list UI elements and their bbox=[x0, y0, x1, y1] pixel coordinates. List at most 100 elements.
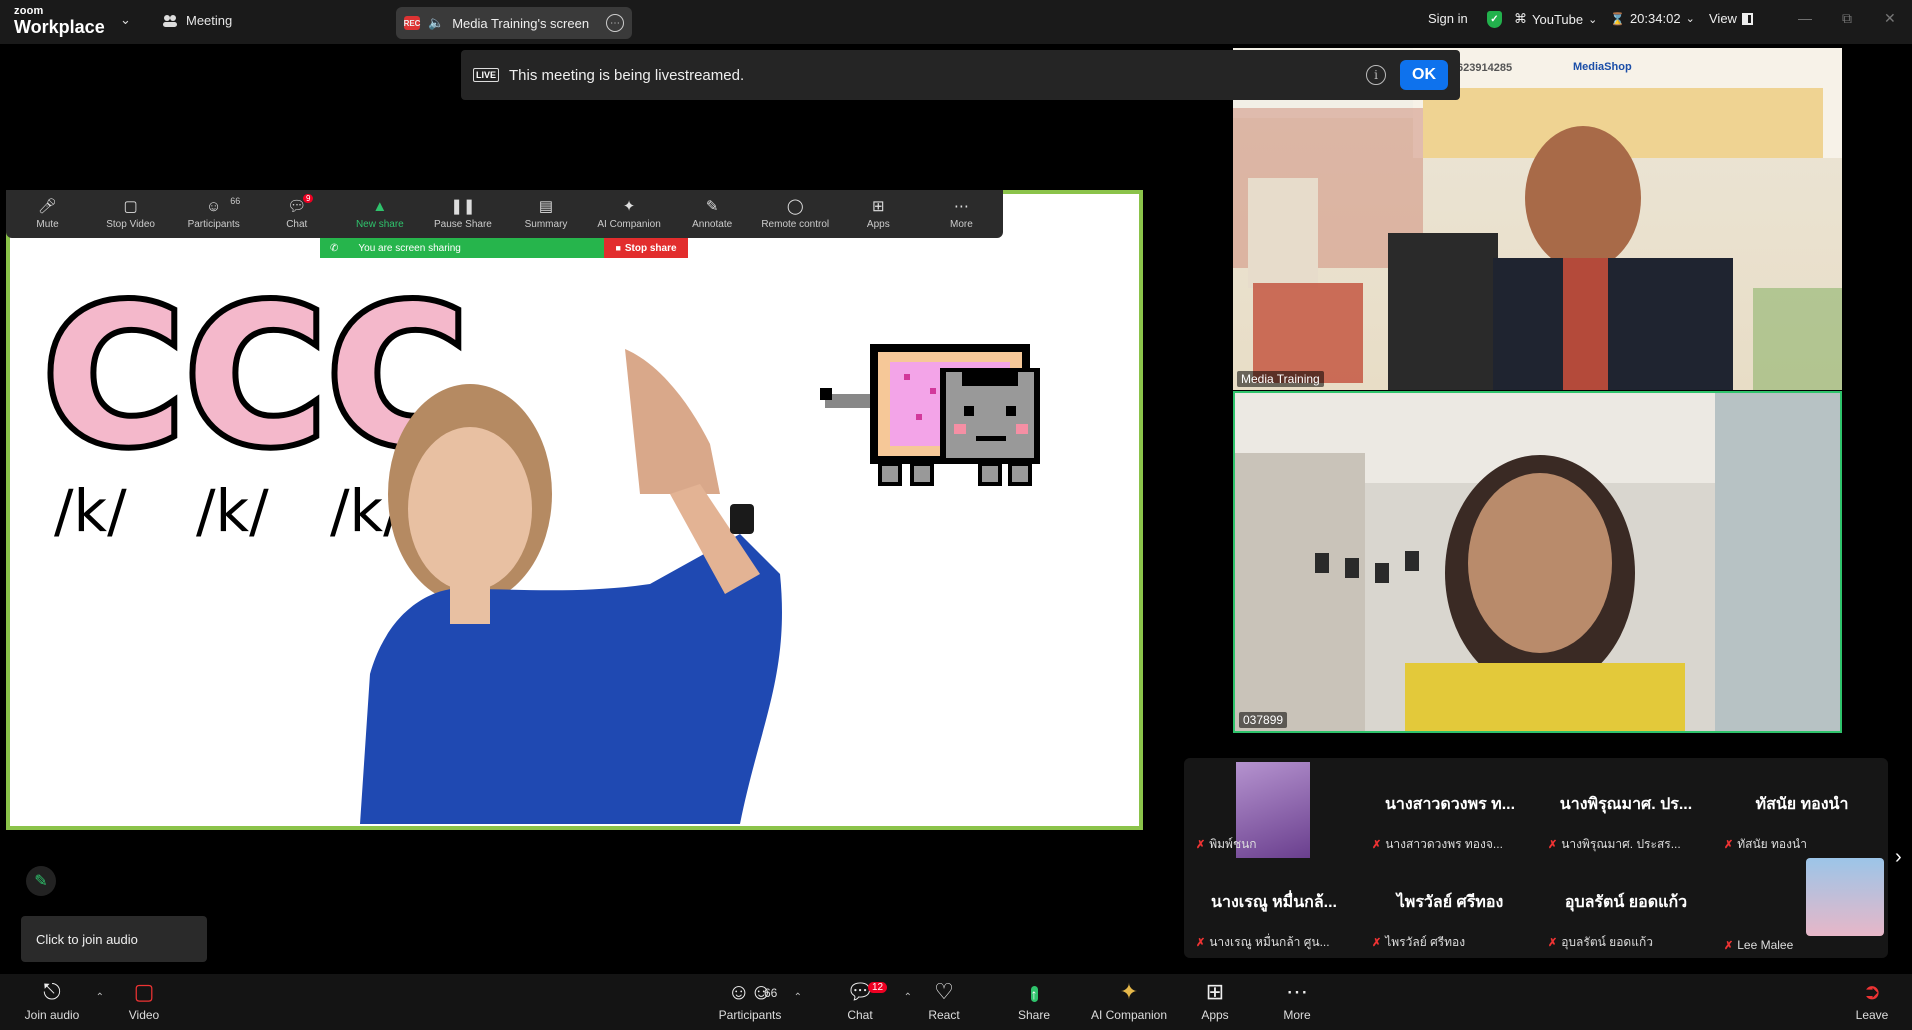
gallery-tile-footer: ✗ Lee Malee bbox=[1724, 938, 1793, 952]
share-toolbar-label: Summary bbox=[524, 219, 568, 230]
mic-muted-icon: ✗ bbox=[1372, 839, 1382, 851]
mic-muted-icon: ✗ bbox=[1548, 937, 1558, 949]
share-toolbar-label: More bbox=[950, 219, 973, 230]
shield-check-icon: ✓ bbox=[1487, 11, 1502, 28]
gallery-tile[interactable]: ทัสนัย ทองนำ ✗ ทัสนัย ทองนำ bbox=[1716, 762, 1888, 858]
participants-count: 66 bbox=[230, 196, 241, 206]
sparkle-icon: ✦ bbox=[1119, 979, 1139, 1004]
gallery-next-page-icon[interactable]: › bbox=[1895, 846, 1902, 869]
participant-name-label: Media Training bbox=[1237, 371, 1324, 387]
mic-muted-icon: ✗ bbox=[1548, 839, 1558, 851]
timer-label: 20:34:02 bbox=[1629, 11, 1681, 26]
maximize-icon[interactable]: ⧉ bbox=[1842, 10, 1852, 27]
live-badge: LIVE bbox=[473, 68, 500, 82]
mic-icon: 🎤︎ bbox=[38, 198, 58, 215]
share-toolbar-more-button[interactable]: ⋯ More bbox=[920, 190, 1003, 238]
participant-name: Lee Malee bbox=[1737, 938, 1794, 952]
gallery-tile-footer: ✗ ไพรวัลย์ ศรีทอง bbox=[1372, 933, 1465, 952]
slide-phoneme: /k/ bbox=[196, 477, 269, 545]
meeting-menu-button[interactable]: Meeting bbox=[162, 13, 232, 28]
gallery-tile[interactable]: นางสาวดวงพร ท... ✗ นางสาวดวงพร ทองจ... bbox=[1364, 762, 1536, 858]
share-toolbar-summary-button[interactable]: ▤ Summary bbox=[504, 190, 587, 238]
gallery-tile-footer: ✗ พิมพ์ชนก bbox=[1196, 835, 1257, 854]
share-toolbar-pause-share-button[interactable]: ❚❚ Pause Share bbox=[421, 190, 504, 238]
react-button[interactable]: ♡ React bbox=[896, 980, 992, 1023]
view-menu-button[interactable]: View bbox=[1709, 11, 1753, 26]
participant-display-name: นางสาวดวงพร ท... bbox=[1384, 796, 1516, 813]
livestream-message: This meeting is being livestreamed. bbox=[509, 66, 745, 84]
livestream-menu[interactable]: ⌘ YouTube ⌄ bbox=[1514, 11, 1597, 27]
stop-share-button[interactable]: ■ Stop share bbox=[604, 238, 688, 258]
title-bar: zoom Workplace ⌄ Meeting REC 🔈 Media Tra… bbox=[0, 0, 1912, 44]
share-toolbar-apps-button[interactable]: ⊞ Apps bbox=[837, 190, 920, 238]
share-toolbar-label: Apps bbox=[866, 219, 890, 230]
sign-in-link[interactable]: Sign in bbox=[1428, 11, 1468, 26]
summary-icon: ▤ bbox=[538, 198, 554, 215]
minimize-icon[interactable]: — bbox=[1798, 10, 1812, 26]
ok-button[interactable]: OK bbox=[1400, 60, 1448, 90]
join-audio-button[interactable]: ⎋ ⌃ Join audio bbox=[4, 979, 104, 1023]
participant-display-name: นางพิรุณมาศ. ปร... bbox=[1559, 796, 1693, 813]
share-toolbar-annotate-button[interactable]: ✎ Annotate bbox=[671, 190, 754, 238]
leave-button[interactable]: ➲ Leave bbox=[1824, 980, 1912, 1023]
more-button[interactable]: ⋯ More bbox=[1249, 980, 1345, 1023]
share-toolbar-new-share-button[interactable]: ▲ New share bbox=[338, 190, 421, 238]
share-toolbar-ai-companion-button[interactable]: ✦ AI Companion bbox=[588, 190, 671, 238]
zoom-workplace-logo[interactable]: zoom Workplace bbox=[14, 6, 105, 37]
gallery-tile[interactable]: ไพรวัลย์ ศรีทอง ✗ ไพรวัลย์ ศรีทอง bbox=[1364, 860, 1536, 956]
share-toolbar-label: Mute bbox=[36, 219, 59, 230]
share-toolbar-label: Chat bbox=[286, 219, 308, 230]
close-icon[interactable]: ✕ bbox=[1884, 10, 1896, 27]
gallery-tile[interactable]: นางเรณู หมื่นกล้... ✗ นางเรณู หมื่นกล้า ศ… bbox=[1188, 860, 1360, 956]
gallery-tile[interactable]: อุบลรัตน์ ยอดแก้ว ✗ อุบลรัตน์ ยอดแก้ว bbox=[1540, 860, 1712, 956]
chevron-down-icon: ⌄ bbox=[1588, 13, 1598, 26]
sharing-status-text: You are screen sharing bbox=[358, 242, 461, 254]
participants-button[interactable]: ☺☺ 66 ⌃ Participants bbox=[702, 980, 802, 1023]
video-button[interactable]: ▢ Video bbox=[96, 979, 192, 1023]
share-toolbar-label: Stop Video bbox=[106, 219, 155, 230]
chevron-down-icon: ⌄ bbox=[1685, 13, 1695, 25]
chevron-down-icon[interactable]: ⌄ bbox=[120, 12, 131, 28]
info-icon[interactable]: i bbox=[1366, 65, 1386, 85]
sign-in-label: Sign in bbox=[1428, 11, 1468, 26]
participant-display-name: นางเรณู หมื่นกล้... bbox=[1211, 894, 1337, 911]
share-toolbar-stop-video-button[interactable]: ▢ Stop Video bbox=[89, 190, 172, 238]
mic-muted-icon: ✗ bbox=[1724, 839, 1734, 851]
gallery-tile[interactable]: นางพิรุณมาศ. ปร... ✗ นางพิรุณมาศ. ประสร..… bbox=[1540, 762, 1712, 858]
mic-muted-icon: ✗ bbox=[1196, 937, 1206, 949]
share-icon: ▲ bbox=[372, 198, 388, 215]
gallery-tile-footer: ✗ ทัสนัย ทองนำ bbox=[1724, 835, 1807, 854]
gallery-tile-footer: ✗ นางเรณู หมื่นกล้า ศูน... bbox=[1196, 933, 1330, 952]
meeting-timer[interactable]: ⌛ 20:34:02 ⌄ bbox=[1610, 11, 1695, 26]
more-options-icon[interactable]: ⋯ bbox=[606, 14, 624, 32]
participant-name: นางพิรุณมาศ. ประสร... bbox=[1561, 837, 1681, 851]
speaker-icon: 🔈 bbox=[428, 15, 445, 30]
video-off-icon: ▢ bbox=[133, 979, 155, 1004]
shared-screen-content[interactable]: C C C /k/ /k/ /k/ bbox=[6, 190, 1143, 830]
chevron-up-icon[interactable]: ⌃ bbox=[794, 992, 802, 1003]
gallery-tile-footer: ✗ อุบลรัตน์ ยอดแก้ว bbox=[1548, 933, 1653, 952]
gallery-tile[interactable]: ✗ Lee Malee bbox=[1716, 858, 1888, 956]
view-label: View bbox=[1709, 11, 1737, 26]
share-toolbar-participants-button[interactable]: ☺ 66 Participants bbox=[172, 190, 255, 238]
mouse-icon: ◯ bbox=[786, 198, 804, 215]
annotate-pencil-icon[interactable]: ✎ bbox=[26, 866, 56, 896]
video-tile-037899[interactable]: 037899 bbox=[1233, 391, 1842, 733]
shared-screen-tab[interactable]: REC 🔈 Media Training's screen ⋯ bbox=[396, 7, 632, 39]
stop-icon: ■ bbox=[615, 243, 621, 253]
encryption-shield-icon[interactable]: ✓ bbox=[1487, 11, 1502, 28]
mic-muted-icon: ✗ bbox=[1724, 939, 1734, 952]
share-toolbar-remote-control-button[interactable]: ◯ Remote control bbox=[754, 190, 837, 238]
participant-thumbnail bbox=[1806, 858, 1884, 936]
leave-label: Leave bbox=[1855, 1008, 1889, 1022]
presenter-cutout-image bbox=[360, 349, 782, 824]
ai-companion-button[interactable]: ✦ AI Companion bbox=[1081, 979, 1177, 1023]
gallery-tile[interactable]: ✗ พิมพ์ชนก bbox=[1188, 762, 1360, 858]
chat-button[interactable]: 💬︎ 12 ⌃ Chat bbox=[812, 980, 912, 1023]
share-toolbar-mute-button[interactable]: 🎤︎ Mute bbox=[6, 190, 89, 238]
screen-sharing-status-bar: ✆ You are screen sharing ■ Stop share bbox=[320, 238, 688, 258]
share-button[interactable]: ↑ Share bbox=[986, 980, 1082, 1022]
share-toolbar-chat-button[interactable]: 💬︎ 9 Chat bbox=[255, 190, 338, 238]
headphones-icon: ⎋ bbox=[43, 979, 61, 1004]
apps-icon: ⊞ bbox=[872, 198, 885, 215]
